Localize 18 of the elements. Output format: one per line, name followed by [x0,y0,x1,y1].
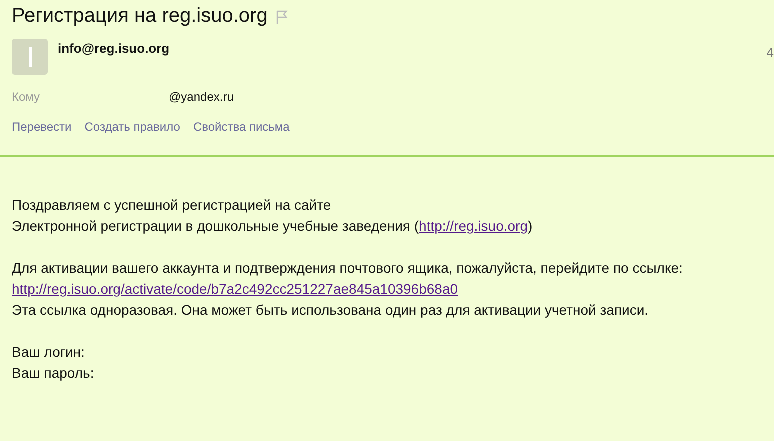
site-link[interactable]: http://reg.isuo.org [419,218,528,234]
date-text: 4 [766,45,774,60]
body-text: Ваш пароль: [12,364,96,383]
recipient-address: @yandex.ru [169,90,234,104]
body-text: Поздравляем с успешной регистрацией на сайте [12,196,332,215]
sender-address[interactable]: info@reg.isuo.org [58,41,170,75]
activation-link[interactable]: http://reg.isuo.org/activate/code/b7a2c492cc251227ae845a10396b68a0 [12,281,458,297]
flag-icon[interactable] [276,10,288,24]
action-link[interactable]: Создать правило [84,120,180,134]
recipient-label: Кому [12,90,42,104]
action-link[interactable]: Перевести [12,120,72,134]
body-text: Электронной регистрации в дошкольные учебные заведения (http://reg.isuo.org) [12,217,534,236]
body-text: Ваш логин: [12,343,86,362]
avatar-icon [12,39,48,75]
email-subject: Регистрация на reg.isuo.org [12,5,268,28]
body-text: Для активации вашего аккаунта и подтверждения почтового ящика, пожалуйста, перейдите по ссылке: [12,259,684,278]
action-link[interactable]: Свойства письма [193,120,290,134]
body-text: Эта ссылка одноразовая. Она может быть использована один раз для активации учетной записи. [12,301,650,320]
